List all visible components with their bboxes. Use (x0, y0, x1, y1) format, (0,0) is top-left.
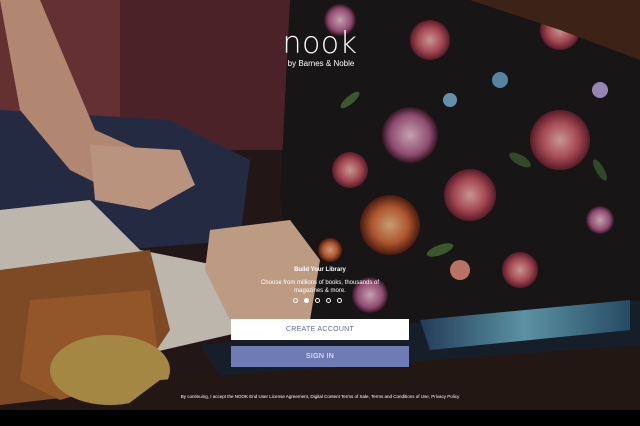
legal-terms[interactable]: By continuing, I accept the NOOK End Use… (0, 392, 640, 402)
carousel-pagination (293, 298, 342, 303)
nook-welcome-screen: nook by Barnes & Noble Build Your Librar… (0, 0, 640, 426)
carousel-dot-5[interactable] (337, 298, 342, 303)
carousel-dot-3[interactable] (315, 298, 320, 303)
logo-wordmark: nook (282, 26, 358, 61)
bottom-bar (0, 410, 640, 426)
carousel-dot-4[interactable] (326, 298, 331, 303)
sign-in-button[interactable]: SIGN IN (231, 346, 409, 367)
carousel-dot-2[interactable] (304, 298, 309, 303)
sign-in-label: SIGN IN (305, 353, 335, 360)
create-account-button[interactable]: CREATE ACCOUNT (231, 319, 409, 340)
logo-subtitle: by Barnes & Noble (287, 59, 355, 68)
slide-title: Build Your Library (294, 267, 346, 273)
nook-logo: nook by Barnes & Noble (0, 28, 640, 69)
legal-text[interactable]: By continuing, I accept the NOOK End Use… (181, 394, 459, 399)
create-account-label: CREATE ACCOUNT (285, 326, 355, 333)
carousel-dot-1[interactable] (293, 298, 298, 303)
slide-description: Choose from millions of books, thousands… (260, 280, 380, 294)
